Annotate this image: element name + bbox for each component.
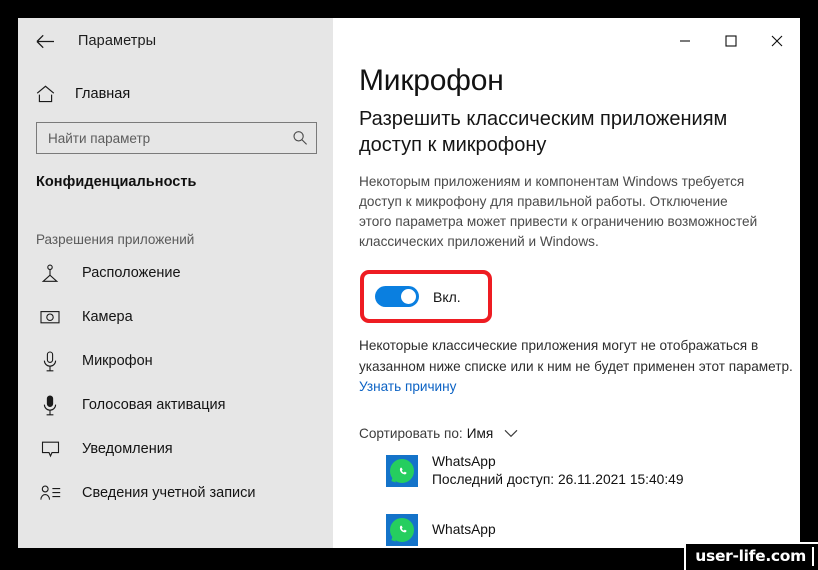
search-box[interactable]: [36, 122, 317, 154]
watermark: user-life.com: [684, 542, 818, 570]
search-icon[interactable]: [292, 130, 308, 146]
sidebar-item-home[interactable]: Главная: [18, 75, 333, 113]
app-title: Параметры: [78, 33, 157, 49]
sidebar-item-microphone-label: Микрофон: [82, 353, 153, 369]
learn-why-link[interactable]: Узнать причину: [359, 379, 456, 394]
notifications-icon: [38, 437, 62, 461]
sidebar-section-title: Конфиденциальность: [36, 174, 197, 190]
sidebar-item-home-label: Главная: [75, 86, 131, 102]
app-name: WhatsApp: [432, 521, 496, 537]
app-last-access: Последний доступ: 26.11.2021 15:40:49: [432, 472, 684, 488]
whatsapp-icon: [386, 455, 418, 488]
sidebar-item-voice-activation-label: Голосовая активация: [82, 397, 226, 413]
camera-icon: [38, 305, 62, 329]
list-item[interactable]: WhatsApp Последний доступ: 26.11.2021 15…: [386, 453, 800, 490]
chevron-down-icon[interactable]: [504, 429, 518, 438]
page-description: Некоторым приложениям и компонентам Wind…: [359, 174, 758, 250]
sidebar-item-notifications[interactable]: Уведомления: [18, 427, 333, 471]
toggle-knob: [401, 289, 416, 305]
sidebar-item-microphone[interactable]: Микрофон: [18, 339, 333, 383]
sort-by-label: Сортировать по:: [359, 425, 463, 441]
sidebar-item-camera-label: Камера: [82, 309, 133, 325]
toggle-zone: Вкл.: [359, 270, 800, 328]
maximize-button[interactable]: [708, 18, 754, 64]
back-arrow-icon[interactable]: [30, 26, 60, 56]
sidebar-item-camera[interactable]: Камера: [18, 295, 333, 339]
watermark-text: user-life.com: [690, 547, 814, 566]
settings-window: Параметры Главная Конфиденциальность Раз…: [18, 18, 800, 548]
sidebar-group-title: Разрешения приложений: [36, 232, 195, 247]
sidebar-item-notifications-label: Уведомления: [82, 441, 173, 457]
note-body: Некоторые классические приложения могут …: [359, 338, 793, 374]
main-content: Микрофон Разрешить классическим приложен…: [333, 18, 800, 548]
microphone-access-toggle[interactable]: Вкл.: [375, 286, 461, 308]
app-name: WhatsApp: [432, 453, 496, 469]
app-permission-list: WhatsApp Последний доступ: 26.11.2021 15…: [359, 453, 800, 546]
sort-by-value: Имя: [466, 425, 494, 441]
page-subtitle: Разрешить классическим приложениям досту…: [359, 108, 728, 156]
sidebar-item-account-info[interactable]: Сведения учетной записи: [18, 471, 333, 515]
sidebar-item-location-label: Расположение: [82, 265, 181, 281]
page-title: Микрофон: [359, 64, 504, 97]
sort-by-control[interactable]: Сортировать по: Имя: [359, 426, 800, 441]
minimize-button[interactable]: [662, 18, 708, 64]
microphone-icon: [38, 349, 62, 373]
sidebar-item-location[interactable]: Расположение: [18, 251, 333, 295]
search-input[interactable]: [48, 130, 292, 146]
toggle-switch[interactable]: [375, 286, 419, 308]
titlebar: Параметры: [18, 18, 333, 64]
account-info-icon: [38, 481, 62, 505]
home-icon: [32, 81, 58, 107]
close-button[interactable]: [754, 18, 800, 64]
sidebar-item-voice-activation[interactable]: Голосовая активация: [18, 383, 333, 427]
sidebar-item-account-info-label: Сведения учетной записи: [82, 485, 256, 501]
location-icon: [38, 261, 62, 285]
window-controls: [662, 18, 800, 64]
note-text: Некоторые классические приложения могут …: [359, 336, 799, 397]
whatsapp-icon: [386, 513, 418, 546]
voice-activation-icon: [38, 393, 62, 417]
sidebar-nav-list: Расположение Камера Микрофон Голосовая а…: [18, 251, 333, 515]
sidebar: Параметры Главная Конфиденциальность Раз…: [18, 18, 333, 548]
toggle-state-label: Вкл.: [433, 288, 461, 305]
